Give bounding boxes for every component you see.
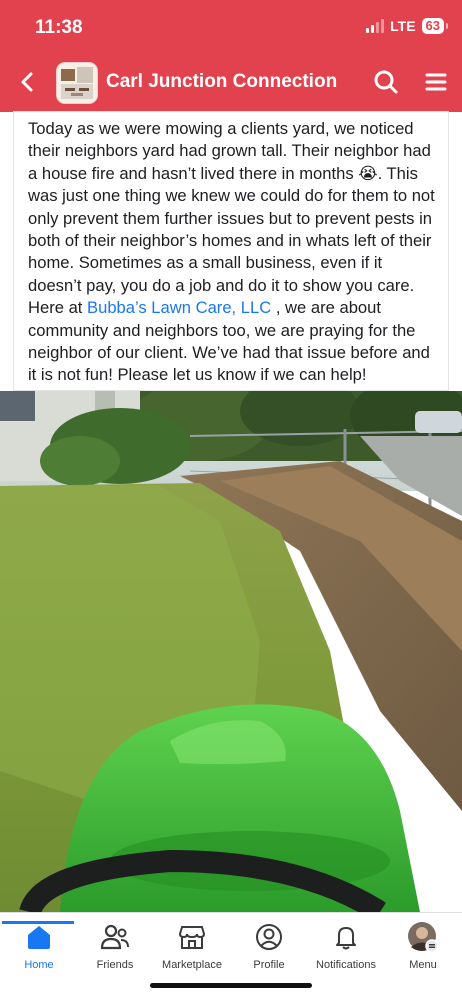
signal-icon [366, 19, 385, 33]
bell-icon [330, 921, 362, 953]
search-icon [374, 70, 398, 94]
avatar-menu-icon [407, 921, 439, 953]
search-button[interactable] [372, 68, 400, 96]
post-text: Today as we were mowing a clients yard, … [28, 118, 436, 387]
status-indicators: LTE 63 [366, 18, 449, 34]
network-label: LTE [390, 18, 416, 34]
nav-profile[interactable]: Profile [230, 921, 308, 971]
page-title[interactable]: Carl Junction Connection [106, 71, 337, 93]
home-icon [23, 921, 55, 953]
post-photo[interactable] [0, 391, 462, 912]
status-time: 11:38 [35, 17, 83, 38]
nav-label-home: Home [24, 959, 54, 971]
nav-friends[interactable]: Friends [76, 921, 154, 971]
nav-home[interactable]: Home [0, 921, 78, 971]
home-indicator [150, 983, 312, 988]
nav-marketplace[interactable]: Marketplace [153, 921, 231, 971]
nav-label-notifications: Notifications [316, 959, 376, 971]
nav-label-friends: Friends [96, 959, 134, 971]
nav-label-marketplace: Marketplace [162, 959, 222, 971]
friends-icon [99, 921, 131, 953]
hamburger-icon [425, 73, 447, 91]
post-card: Today as we were mowing a clients yard, … [14, 112, 448, 390]
battery-icon: 63 [421, 18, 449, 34]
app-header: 11:38 LTE 63 Carl Junction Connection [0, 0, 462, 112]
nav-notifications[interactable]: Notifications [307, 921, 385, 971]
menu-button[interactable] [422, 68, 450, 96]
nav-menu[interactable]: Menu [384, 921, 462, 971]
marketplace-icon [176, 921, 208, 953]
post-text-part1: Today as we were mowing a clients yard, … [28, 119, 435, 318]
active-tab-indicator [2, 921, 74, 924]
chevron-left-icon [21, 72, 33, 92]
group-avatar[interactable] [56, 62, 98, 104]
lawn-mowing-photo [0, 391, 462, 912]
nav-label-profile: Profile [253, 959, 285, 971]
page-link[interactable]: Bubba’s Lawn Care, LLC [87, 298, 271, 317]
nav-label-menu: Menu [409, 959, 437, 971]
back-button[interactable] [14, 68, 42, 96]
profile-icon [253, 921, 285, 953]
